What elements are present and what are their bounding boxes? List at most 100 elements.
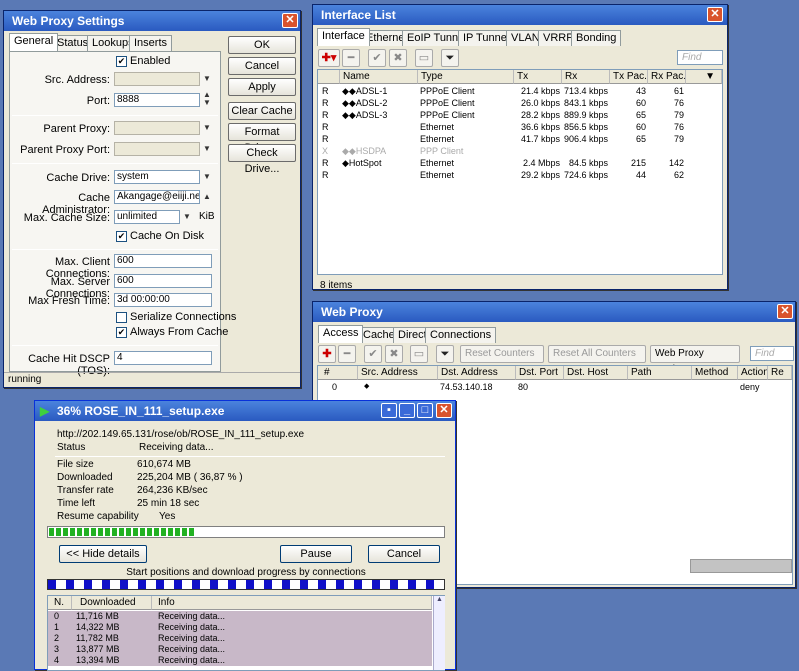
interface-row-flag[interactable]: R bbox=[322, 85, 329, 97]
close-icon[interactable]: ✕ bbox=[436, 403, 452, 418]
tab-bonding[interactable]: Bonding bbox=[571, 30, 622, 46]
cancel-button[interactable]: Cancel bbox=[228, 57, 296, 75]
interface-row-type[interactable]: Ethernet bbox=[420, 169, 454, 181]
tab-access[interactable]: Access bbox=[318, 325, 364, 343]
dscp-input[interactable]: 4 bbox=[114, 351, 212, 365]
access-row-action[interactable]: deny bbox=[740, 381, 760, 393]
web-proxy-find-input[interactable]: Find bbox=[750, 346, 794, 361]
settings-titlebar[interactable]: Web Proxy Settings ✕ bbox=[4, 11, 300, 31]
disable-icon[interactable]: ✖ bbox=[389, 49, 407, 67]
interface-row-type[interactable]: PPPoE Client bbox=[420, 85, 475, 97]
type-column-header[interactable]: Type bbox=[418, 70, 514, 84]
tx-packets-column-header[interactable]: Tx Pac... bbox=[610, 70, 648, 84]
interface-row-rx[interactable]: 84.5 kbps bbox=[562, 157, 608, 169]
interface-row-type[interactable]: Ethernet bbox=[420, 121, 454, 133]
access-row-src[interactable]: ◆ bbox=[364, 381, 369, 393]
interface-row-type[interactable]: PPP Client bbox=[420, 145, 463, 157]
column-chooser[interactable]: ▼ bbox=[686, 70, 722, 84]
interface-row-tx[interactable]: 28.2 kbps bbox=[514, 109, 560, 121]
action-column-header[interactable]: Action bbox=[738, 366, 768, 380]
access-row-dst[interactable]: 74.53.140.18 bbox=[440, 381, 493, 393]
max-cache-select[interactable]: unlimited bbox=[114, 210, 180, 224]
clear-cache-button[interactable]: Clear Cache bbox=[228, 102, 296, 120]
interface-row-txp[interactable]: 43 bbox=[610, 85, 646, 97]
interface-row-flag[interactable]: X bbox=[322, 145, 328, 157]
interface-row-type[interactable]: PPPoE Client bbox=[420, 97, 475, 109]
info-column-header[interactable]: Info bbox=[152, 596, 432, 610]
minimize-to-tray-icon[interactable]: ▪ bbox=[381, 403, 397, 418]
max-client-input[interactable]: 600 bbox=[114, 254, 212, 268]
reset-all-counters-button[interactable]: Reset All Counters bbox=[548, 345, 646, 363]
enable-icon[interactable]: ✔ bbox=[364, 345, 382, 363]
interface-row-rx[interactable]: 724.6 kbps bbox=[562, 169, 608, 181]
re-column-header[interactable]: Re bbox=[768, 366, 792, 380]
interface-row-rxp[interactable]: 76 bbox=[648, 121, 684, 133]
max-server-input[interactable]: 600 bbox=[114, 274, 212, 288]
interface-row-name[interactable]: ◆◆ADSL-3 bbox=[342, 109, 387, 121]
interface-row-flag[interactable]: R bbox=[322, 97, 329, 109]
format-drive-button[interactable]: Format Drive... bbox=[228, 123, 296, 154]
close-icon[interactable]: ✕ bbox=[282, 13, 298, 28]
interface-row-rxp[interactable]: 79 bbox=[648, 109, 684, 121]
interface-row-txp[interactable]: 60 bbox=[610, 97, 646, 109]
interface-row-name[interactable]: ◆◆HSDPA bbox=[342, 145, 386, 157]
interface-row-tx[interactable]: 26.0 kbps bbox=[514, 97, 560, 109]
interface-row-flag[interactable]: R bbox=[322, 133, 329, 145]
dropdown-arrow-icon[interactable]: ▼ bbox=[203, 123, 211, 132]
src-address-column-header[interactable]: Src. Address bbox=[358, 366, 438, 380]
close-icon[interactable]: ✕ bbox=[777, 304, 793, 319]
dropdown-arrow-icon[interactable]: ▼ bbox=[203, 144, 211, 153]
interface-list-titlebar[interactable]: Interface List ✕ bbox=[313, 5, 727, 25]
download-titlebar[interactable]: ▶ 36% ROSE_IN_111_setup.exe ▪ _ □ ✕ bbox=[35, 401, 455, 421]
interface-row-tx[interactable]: 21.4 kbps bbox=[514, 85, 560, 97]
filter-icon[interactable]: ⏷ bbox=[441, 49, 459, 67]
cancel-download-button[interactable]: Cancel bbox=[368, 545, 440, 563]
interface-row-rx[interactable]: 843.1 kbps bbox=[562, 97, 608, 109]
interface-row-rxp[interactable]: 76 bbox=[648, 97, 684, 109]
interface-row-txp[interactable]: 215 bbox=[610, 157, 646, 169]
web-proxy-settings-button[interactable]: Web Proxy Settings bbox=[650, 345, 740, 375]
n-column-header[interactable]: N. bbox=[48, 596, 72, 610]
downloaded-column-header[interactable]: Downloaded bbox=[72, 596, 152, 610]
tab-connections[interactable]: Connections bbox=[425, 327, 497, 343]
interface-row-rxp[interactable]: 79 bbox=[648, 133, 684, 145]
interface-row-name[interactable]: ◆◆ADSL-1 bbox=[342, 85, 387, 97]
cache-drive-select[interactable]: system bbox=[114, 170, 200, 184]
interface-row-tx[interactable]: 2.4 Mbps bbox=[514, 157, 560, 169]
hide-details-button[interactable]: << Hide details bbox=[59, 545, 147, 563]
interface-row-txp[interactable]: 44 bbox=[610, 169, 646, 181]
tab-interface[interactable]: Interface bbox=[317, 28, 370, 46]
add-icon[interactable]: ✚ bbox=[318, 345, 336, 363]
num-column-header[interactable]: # bbox=[318, 366, 358, 380]
src-address-input[interactable] bbox=[114, 72, 200, 86]
interface-row-type[interactable]: PPPoE Client bbox=[420, 109, 475, 121]
rx-column-header[interactable]: Rx bbox=[562, 70, 610, 84]
interface-row-type[interactable]: Ethernet bbox=[420, 133, 454, 145]
interface-row-tx[interactable]: 29.2 kbps bbox=[514, 169, 560, 181]
vertical-scrollbar[interactable]: ▲ bbox=[433, 596, 445, 670]
enabled-checkbox[interactable]: ✔ bbox=[116, 56, 127, 67]
interface-row-txp[interactable]: 65 bbox=[610, 133, 646, 145]
maximize-icon[interactable]: □ bbox=[417, 403, 433, 418]
dropdown-arrow-icon[interactable]: ▼ bbox=[183, 212, 191, 221]
dst-port-column-header[interactable]: Dst. Port bbox=[516, 366, 564, 380]
minimize-icon[interactable]: _ bbox=[399, 403, 415, 418]
interface-row-tx[interactable]: 36.6 kbps bbox=[514, 121, 560, 133]
cache-on-disk-checkbox[interactable]: ✔ bbox=[116, 231, 127, 242]
parent-proxy-input[interactable] bbox=[114, 121, 200, 135]
spinner-icon[interactable]: ▲ ▼ bbox=[203, 91, 211, 107]
flag-column-header[interactable] bbox=[318, 70, 340, 84]
name-column-header[interactable]: Name bbox=[340, 70, 418, 84]
remove-icon[interactable]: ━ bbox=[338, 345, 356, 363]
close-icon[interactable]: ✕ bbox=[707, 7, 723, 22]
interface-row-type[interactable]: Ethernet bbox=[420, 157, 454, 169]
access-row-port[interactable]: 80 bbox=[518, 381, 528, 393]
interface-row-rx[interactable]: 713.4 kbps bbox=[562, 85, 608, 97]
method-column-header[interactable]: Method bbox=[692, 366, 738, 380]
dst-host-column-header[interactable]: Dst. Host bbox=[564, 366, 628, 380]
interface-row-name[interactable]: ◆◆ADSL-2 bbox=[342, 97, 387, 109]
interface-row-rxp[interactable]: 142 bbox=[648, 157, 684, 169]
max-fresh-input[interactable]: 3d 00:00:00 bbox=[114, 293, 212, 307]
enable-icon[interactable]: ✔ bbox=[368, 49, 386, 67]
parent-proxy-port-input[interactable] bbox=[114, 142, 200, 156]
